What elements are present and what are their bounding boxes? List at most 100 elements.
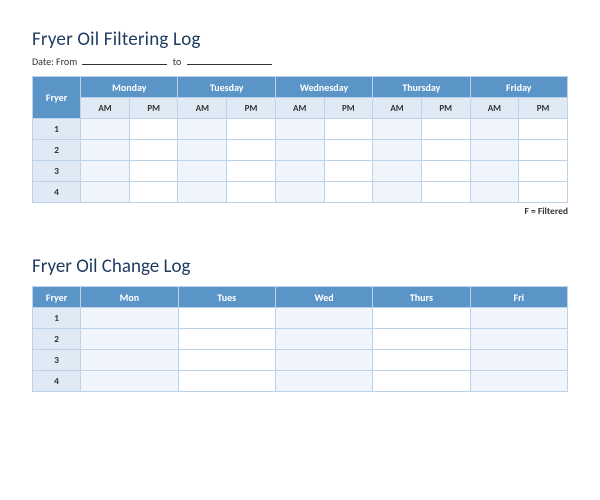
date-from-blank[interactable]	[82, 54, 167, 65]
cell[interactable]	[519, 161, 568, 182]
cell[interactable]	[129, 140, 178, 161]
sub-fri-am: AM	[470, 98, 519, 119]
cell[interactable]	[275, 182, 324, 203]
col-wednesday: Wednesday	[275, 77, 372, 98]
cell[interactable]	[421, 161, 470, 182]
cell[interactable]	[470, 119, 519, 140]
table-row: 2	[33, 140, 568, 161]
cell[interactable]	[373, 350, 470, 371]
cell[interactable]	[129, 161, 178, 182]
sub-wed-am: AM	[275, 98, 324, 119]
cell[interactable]	[275, 350, 372, 371]
table-row: 1	[33, 308, 568, 329]
cell[interactable]	[129, 182, 178, 203]
date-range-line: Date: From to	[32, 54, 568, 68]
cell[interactable]	[470, 350, 567, 371]
row-label: 4	[33, 371, 81, 392]
cell[interactable]	[373, 371, 470, 392]
cell[interactable]	[275, 161, 324, 182]
legend: F = Filtered	[32, 205, 568, 217]
cell[interactable]	[470, 308, 567, 329]
change-table: Fryer Mon Tues Wed Thurs Fri 1 2 3 4	[32, 286, 568, 392]
cell[interactable]	[227, 182, 276, 203]
col2-tue: Tues	[178, 287, 275, 308]
col-tuesday: Tuesday	[178, 77, 275, 98]
filtering-table: Fryer Monday Tuesday Wednesday Thursday …	[32, 76, 568, 203]
date-from-label: Date: From	[32, 55, 77, 68]
cell[interactable]	[178, 371, 275, 392]
cell[interactable]	[421, 119, 470, 140]
cell[interactable]	[81, 350, 178, 371]
sub-tue-am: AM	[178, 98, 227, 119]
table-row: 3	[33, 350, 568, 371]
table-row: 3	[33, 161, 568, 182]
cell[interactable]	[470, 140, 519, 161]
cell[interactable]	[178, 329, 275, 350]
cell[interactable]	[178, 140, 227, 161]
table-row: 1	[33, 119, 568, 140]
cell[interactable]	[178, 308, 275, 329]
cell[interactable]	[178, 119, 227, 140]
sub-thu-pm: PM	[421, 98, 470, 119]
filtering-title: Fryer Oil Filtering Log	[32, 28, 568, 51]
cell[interactable]	[470, 182, 519, 203]
date-to-blank[interactable]	[187, 54, 272, 65]
cell[interactable]	[324, 119, 373, 140]
cell[interactable]	[275, 140, 324, 161]
cell[interactable]	[373, 182, 422, 203]
row-label: 2	[33, 140, 81, 161]
row-label: 3	[33, 350, 81, 371]
cell[interactable]	[178, 350, 275, 371]
cell[interactable]	[421, 140, 470, 161]
col-fryer: Fryer	[33, 77, 81, 119]
table-row: 4	[33, 182, 568, 203]
sub-tue-pm: PM	[227, 98, 276, 119]
col2-mon: Mon	[81, 287, 178, 308]
cell[interactable]	[227, 140, 276, 161]
cell[interactable]	[275, 329, 372, 350]
cell[interactable]	[373, 119, 422, 140]
cell[interactable]	[519, 182, 568, 203]
col2-fryer: Fryer	[33, 287, 81, 308]
cell[interactable]	[275, 371, 372, 392]
sub-fri-pm: PM	[519, 98, 568, 119]
cell[interactable]	[275, 119, 324, 140]
cell[interactable]	[470, 329, 567, 350]
table-row: 4	[33, 371, 568, 392]
cell[interactable]	[81, 329, 178, 350]
cell[interactable]	[81, 119, 130, 140]
table-row: 2	[33, 329, 568, 350]
cell[interactable]	[373, 329, 470, 350]
col-friday: Friday	[470, 77, 567, 98]
cell[interactable]	[81, 182, 130, 203]
cell[interactable]	[373, 140, 422, 161]
cell[interactable]	[275, 308, 372, 329]
cell[interactable]	[324, 182, 373, 203]
sub-mon-am: AM	[81, 98, 130, 119]
col-thursday: Thursday	[373, 77, 470, 98]
cell[interactable]	[81, 371, 178, 392]
cell[interactable]	[519, 140, 568, 161]
cell[interactable]	[81, 140, 130, 161]
cell[interactable]	[470, 161, 519, 182]
cell[interactable]	[129, 119, 178, 140]
cell[interactable]	[373, 308, 470, 329]
cell[interactable]	[227, 161, 276, 182]
row-label: 1	[33, 308, 81, 329]
cell[interactable]	[227, 119, 276, 140]
cell[interactable]	[178, 161, 227, 182]
cell[interactable]	[519, 119, 568, 140]
row-label: 4	[33, 182, 81, 203]
col2-wed: Wed	[275, 287, 372, 308]
cell[interactable]	[324, 161, 373, 182]
cell[interactable]	[81, 161, 130, 182]
cell[interactable]	[324, 140, 373, 161]
cell[interactable]	[373, 161, 422, 182]
cell[interactable]	[470, 371, 567, 392]
cell[interactable]	[81, 308, 178, 329]
col-monday: Monday	[81, 77, 178, 98]
col2-fri: Fri	[470, 287, 567, 308]
col2-thu: Thurs	[373, 287, 470, 308]
cell[interactable]	[178, 182, 227, 203]
cell[interactable]	[421, 182, 470, 203]
